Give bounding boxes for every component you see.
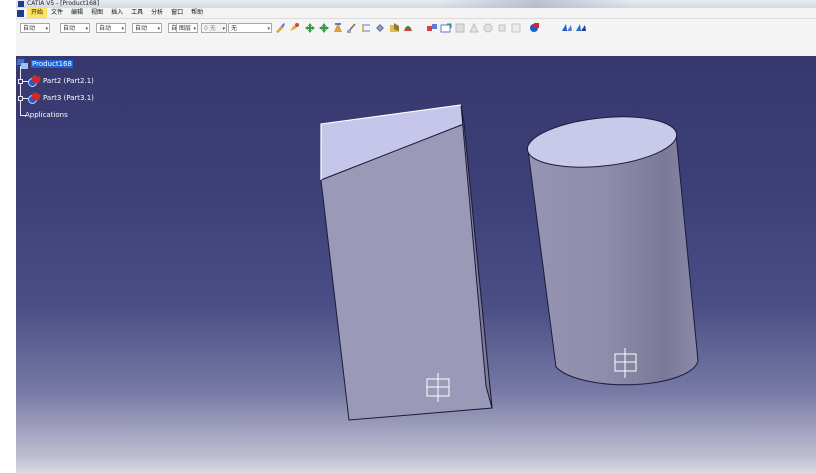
color-select-value: 自动 (23, 25, 36, 32)
line-type-select[interactable]: 自动 ▾ (132, 23, 162, 33)
catia-window: CATIA V5 - [Product168] 开始 文件 编辑 视图 插入 工… (16, 0, 816, 473)
line-width-select[interactable]: 自动 ▾ (96, 23, 126, 33)
disabled-tool-icon (511, 23, 521, 33)
line-width-select-value: 自动 (99, 25, 112, 32)
layer-select[interactable]: 图层 ▾ (176, 23, 198, 33)
style-select[interactable]: 无 ▾ (228, 23, 272, 33)
chevron-down-icon: ▾ (121, 26, 124, 32)
transparency-select-value: 自动 (63, 25, 76, 32)
compass-icon[interactable] (561, 22, 573, 34)
chevron-down-icon: ▾ (193, 26, 196, 32)
catia-app-icon (18, 1, 24, 7)
zoom-in-icon[interactable] (332, 22, 344, 34)
pan-icon[interactable] (304, 22, 316, 34)
tree-node-root-label[interactable]: Product168 (31, 60, 73, 68)
part-icon (28, 91, 41, 104)
product-icon (16, 58, 29, 70)
chevron-down-icon: ▾ (45, 26, 48, 32)
disabled-tool-icon (483, 23, 493, 33)
catia-menu-icon[interactable] (17, 9, 24, 17)
tree-node-applications[interactable]: Applications (25, 109, 68, 121)
menu-tools[interactable]: 工具 (127, 8, 147, 18)
color-select[interactable]: 自动 ▾ (20, 23, 50, 33)
chevron-down-icon: ▾ (222, 26, 225, 32)
snapshot-icon[interactable] (440, 22, 452, 34)
graphic-properties-icon[interactable] (288, 22, 300, 34)
menu-analyze[interactable]: 分析 (147, 8, 167, 18)
layer-select-value: 图层 (179, 25, 192, 32)
menu-view[interactable]: 视图 (87, 8, 107, 18)
catalog-icon[interactable] (426, 22, 438, 34)
quick-view-icon[interactable] (374, 22, 386, 34)
specification-tree: Product168 Part2 (Part2.1) Part3 (Part3.… (16, 56, 216, 136)
tree-node-part2[interactable]: Part2 (Part2.1) (28, 74, 94, 87)
menu-file[interactable]: 文件 (47, 8, 67, 18)
disabled-tool-icon (469, 22, 479, 33)
measure-icon[interactable] (360, 22, 372, 34)
swap-visible-space-icon[interactable] (575, 22, 587, 34)
chevron-down-icon: ▾ (267, 26, 270, 32)
disabled-tool-icon (498, 24, 506, 32)
menu-help[interactable]: 帮助 (187, 8, 207, 18)
title-bar: CATIA V5 - [Product168] (16, 0, 816, 8)
expand-toggle-icon[interactable] (18, 79, 23, 84)
tree-node-root[interactable]: Product168 (16, 58, 73, 70)
layer-value-select-value: 0 无 (204, 25, 216, 32)
tree-node-part3[interactable]: Part3 (Part3.1) (28, 91, 94, 104)
toolbar: 自动▾ 自动▾ 自动▾ 自动▾ 自动▾ 图层▾ 0 无▾ 无▾ (16, 19, 816, 57)
3d-viewport[interactable]: Product168 Part2 (Part2.1) Part3 (Part3.… (16, 56, 816, 473)
part-icon (28, 74, 41, 87)
menu-insert[interactable]: 插入 (107, 8, 127, 18)
window-title: CATIA V5 - [Product168] (27, 0, 100, 7)
disabled-tool-icon (455, 23, 465, 33)
product-structure-icon[interactable] (528, 22, 540, 34)
menu-edit[interactable]: 编辑 (67, 8, 87, 18)
tree-branch-line (20, 66, 21, 115)
layer-value-select[interactable]: 0 无 ▾ (201, 23, 227, 33)
transparency-select[interactable]: 自动 ▾ (60, 23, 90, 33)
title-bar-glare (436, 0, 636, 8)
menu-bar: 开始 文件 编辑 视图 插入 工具 分析 窗口 帮助 (16, 8, 816, 19)
rectangular-prism[interactable] (320, 104, 493, 421)
style-select-value: 无 (231, 25, 238, 32)
line-type-select-value: 自动 (135, 25, 148, 32)
chevron-down-icon: ▾ (85, 26, 88, 32)
menu-start[interactable]: 开始 (27, 8, 48, 18)
cylinder[interactable] (525, 110, 699, 386)
tree-node-applications-label[interactable]: Applications (25, 111, 68, 119)
expand-toggle-icon[interactable] (18, 96, 23, 101)
hide-show-icon[interactable] (402, 22, 414, 34)
menu-window[interactable]: 窗口 (167, 8, 187, 18)
rotate-icon[interactable] (318, 22, 330, 34)
paint-brush-icon[interactable] (274, 22, 286, 34)
tree-node-part3-label[interactable]: Part3 (Part3.1) (43, 94, 94, 102)
cylinder-side-face[interactable] (527, 133, 699, 386)
fly-mode-icon[interactable] (388, 22, 400, 34)
normal-view-icon[interactable] (346, 22, 358, 34)
tree-node-part2-label[interactable]: Part2 (Part2.1) (43, 77, 94, 85)
chevron-down-icon: ▾ (157, 26, 160, 32)
